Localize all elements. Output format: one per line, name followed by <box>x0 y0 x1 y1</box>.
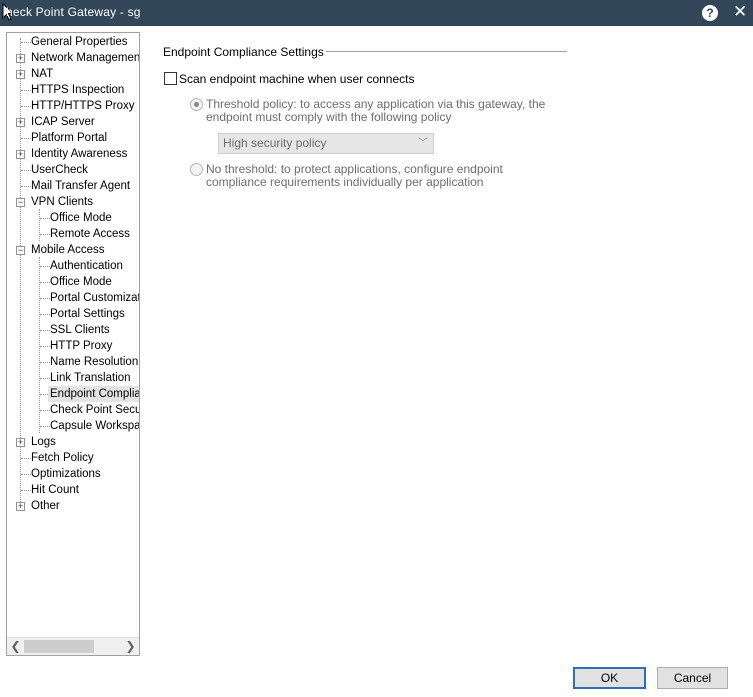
tree-item-identity-awareness[interactable]: Identity Awareness <box>29 146 129 162</box>
tree-item-endpoint-compliance[interactable]: Endpoint Complian <box>48 386 139 402</box>
tree-item-hit-count[interactable]: Hit Count <box>29 482 81 498</box>
tree-item-other[interactable]: Other <box>29 498 62 514</box>
tree-line <box>39 209 40 241</box>
title-bar: heck Point Gateway - sg ? ✕ <box>0 0 753 26</box>
cancel-button[interactable]: Cancel <box>657 667 728 689</box>
tree-item-optimizations[interactable]: Optimizations <box>29 466 103 482</box>
navigation-tree-panel: + + + + − − + + General Properties Netwo… <box>6 32 140 656</box>
scroll-right-icon[interactable]: ❯ <box>122 638 139 655</box>
expand-icon[interactable]: + <box>16 150 25 159</box>
section-title: Endpoint Compliance Settings <box>163 45 324 59</box>
tree-item-icap-server[interactable]: ICAP Server <box>29 114 97 130</box>
tree-item-platform-portal[interactable]: Platform Portal <box>29 130 109 146</box>
horizontal-scrollbar[interactable]: ❮ ❯ <box>7 637 139 655</box>
close-icon[interactable]: ✕ <box>733 3 747 21</box>
no-threshold-label[interactable]: No threshold: to protect applications, c… <box>206 163 551 189</box>
tree-item-remote-access[interactable]: Remote Access <box>48 226 132 242</box>
tree-item-name-resolution[interactable]: Name Resolution <box>48 354 139 370</box>
tree-item-general-properties[interactable]: General Properties <box>29 34 130 50</box>
settings-content: Endpoint Compliance Settings Scan endpoi… <box>140 26 753 657</box>
help-icon[interactable]: ? <box>702 5 718 21</box>
section-divider <box>326 51 567 52</box>
tree-item-https-inspection[interactable]: HTTPS Inspection <box>29 82 126 98</box>
tree-item-usercheck[interactable]: UserCheck <box>29 162 90 178</box>
tree-item-mobile-office-mode[interactable]: Office Mode <box>48 274 114 290</box>
scrollbar-thumb[interactable] <box>24 640 94 653</box>
collapse-icon[interactable]: − <box>16 198 25 207</box>
tree-item-mobile-access[interactable]: Mobile Access <box>29 242 107 258</box>
tree-item-network-management[interactable]: Network Management <box>29 50 139 66</box>
tree-item-link-translation[interactable]: Link Translation <box>48 370 133 386</box>
tree-item-http-proxy[interactable]: HTTP Proxy <box>48 338 114 354</box>
scroll-left-icon[interactable]: ❮ <box>7 638 24 655</box>
tree-item-logs[interactable]: Logs <box>29 434 58 450</box>
policy-select-value: High security policy <box>223 136 327 150</box>
expand-icon[interactable]: + <box>16 438 25 447</box>
threshold-policy-label[interactable]: Threshold policy: to access any applicat… <box>206 98 566 124</box>
tree-line <box>39 257 40 433</box>
tree-item-check-point-secure[interactable]: Check Point Secur <box>48 402 139 418</box>
no-threshold-radio[interactable] <box>190 163 203 176</box>
ok-button[interactable]: OK <box>573 667 646 689</box>
expand-icon[interactable]: + <box>16 118 25 127</box>
tree-item-vpn-clients[interactable]: VPN Clients <box>29 194 95 210</box>
tree-item-portal-settings[interactable]: Portal Settings <box>48 306 127 322</box>
chevron-down-icon: ﹀ <box>418 138 428 149</box>
expand-icon[interactable]: + <box>16 54 25 63</box>
scan-endpoint-checkbox[interactable] <box>164 72 177 85</box>
tree-item-fetch-policy[interactable]: Fetch Policy <box>29 450 96 466</box>
tree-item-portal-customization[interactable]: Portal Customizatio <box>48 290 139 306</box>
navigation-tree: + + + + − − + + General Properties Netwo… <box>7 33 139 637</box>
tree-item-nat[interactable]: NAT <box>29 66 55 82</box>
tree-item-mail-transfer-agent[interactable]: Mail Transfer Agent <box>29 178 132 194</box>
policy-select[interactable]: High security policy ﹀ <box>218 133 434 154</box>
expand-icon[interactable]: + <box>16 502 25 511</box>
window-title: heck Point Gateway - sg <box>6 5 141 19</box>
expand-icon[interactable]: + <box>16 70 25 79</box>
tree-item-capsule-workspace[interactable]: Capsule Workspac <box>48 418 139 434</box>
tree-item-ssl-clients[interactable]: SSL Clients <box>48 322 112 338</box>
tree-item-vpn-office-mode[interactable]: Office Mode <box>48 210 114 226</box>
threshold-policy-radio[interactable] <box>190 98 203 111</box>
collapse-icon[interactable]: − <box>16 246 25 255</box>
scan-endpoint-label[interactable]: Scan endpoint machine when user connects <box>179 72 414 86</box>
tree-item-authentication[interactable]: Authentication <box>48 258 125 274</box>
tree-item-http-https-proxy[interactable]: HTTP/HTTPS Proxy <box>29 98 137 114</box>
